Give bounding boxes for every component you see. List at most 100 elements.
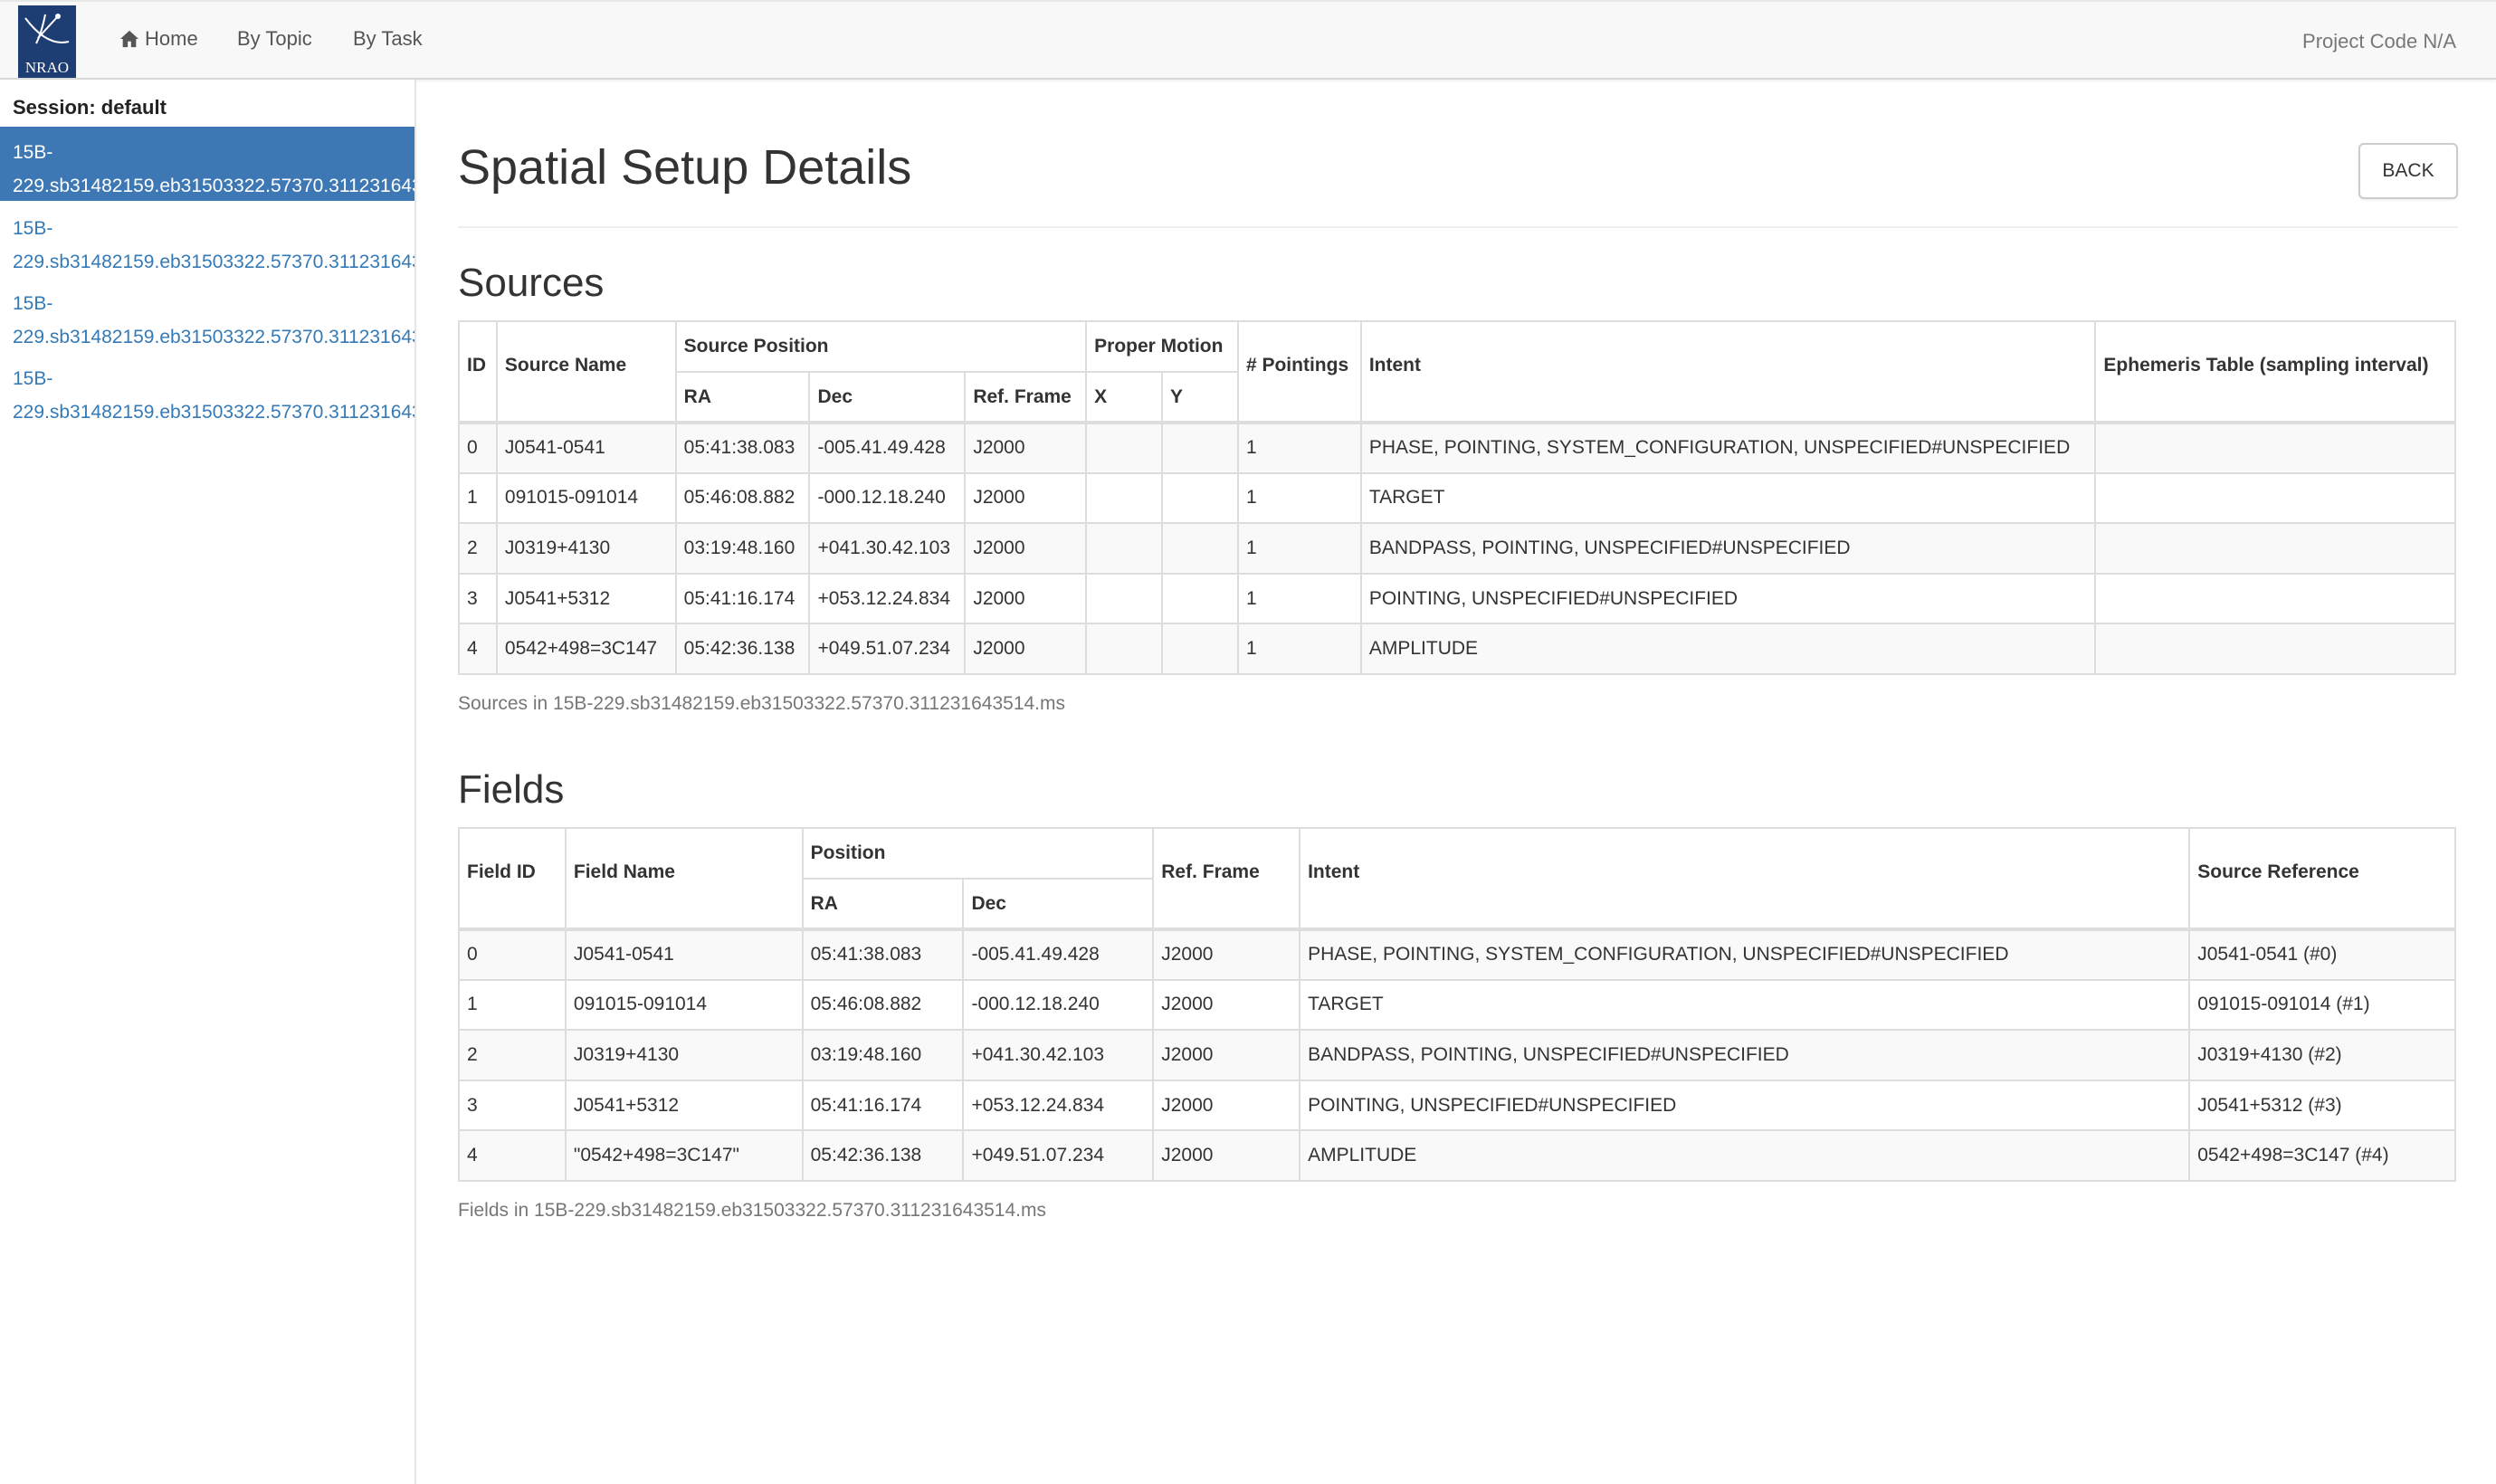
cell-ra: 05:46:08.882 <box>674 471 811 525</box>
cell-dec: +053.12.24.834 <box>962 1079 1155 1132</box>
col-ref-frame: Ref. Frame <box>1152 827 1301 931</box>
nrao-logo[interactable]: NRAO <box>18 5 76 78</box>
cell-field-id: 2 <box>458 1029 567 1081</box>
table-row: 3 J0541+5312 05:41:16.174 +053.12.24.834… <box>458 572 2456 625</box>
cell-ref-frame: J2000 <box>1152 1129 1301 1182</box>
cell-dec: +049.51.07.234 <box>962 1129 1155 1182</box>
sidebar-ms-item-4[interactable]: 15B- 229.sb31482159.eb31503322.57370.311… <box>0 353 414 427</box>
ms-name-suffix: 229.sb31482159.eb31503322.57370.31123164… <box>13 402 414 423</box>
sidebar-ms-item-2[interactable]: 15B- 229.sb31482159.eb31503322.57370.311… <box>0 203 414 277</box>
cell-x <box>1085 422 1164 474</box>
nav-home-link[interactable]: Home <box>119 27 198 51</box>
cell-ra: 05:41:38.083 <box>674 422 811 474</box>
cell-source-name: J0319+4130 <box>495 522 677 575</box>
cell-source-name: J0541+5312 <box>495 572 677 625</box>
cell-field-name: "0542+498=3C147" <box>564 1129 804 1182</box>
cell-ra: 05:41:16.174 <box>674 572 811 625</box>
logo-text: NRAO <box>25 59 69 76</box>
home-icon <box>119 30 139 48</box>
fields-table: Field ID Field Name Position Ref. Frame … <box>458 827 2456 1182</box>
back-button[interactable]: BACK <box>2358 143 2458 199</box>
cell-dec: +053.12.24.834 <box>808 572 967 625</box>
sidebar-ms-item-1[interactable]: 15B- 229.sb31482159.eb31503322.57370.311… <box>0 127 414 201</box>
sources-heading: Sources <box>458 261 605 305</box>
cell-ref-frame: J2000 <box>1152 1079 1301 1132</box>
cell-source-reference: J0319+4130 (#2) <box>2188 1029 2456 1081</box>
cell-ephemeris <box>2094 471 2456 525</box>
ms-name-suffix: 229.sb31482159.eb31503322.57370.31123164… <box>13 252 414 272</box>
cell-dec: -000.12.18.240 <box>808 471 967 525</box>
cell-source-name: 091015-091014 <box>495 471 677 525</box>
cell-source-reference: J0541-0541 (#0) <box>2188 928 2456 981</box>
sources-caption: Sources in 15B-229.sb31482159.eb31503322… <box>458 693 1066 714</box>
top-navbar: NRAO Home By Topic By Task Project Code … <box>0 0 2496 80</box>
cell-ephemeris <box>2094 422 2456 474</box>
ms-name-prefix: 15B- <box>13 142 53 163</box>
cell-y <box>1161 623 1239 675</box>
cell-y <box>1161 471 1239 525</box>
cell-dec: +041.30.42.103 <box>962 1029 1155 1081</box>
col-ra: RA <box>801 878 965 931</box>
fields-heading: Fields <box>458 767 565 812</box>
title-divider <box>458 226 2458 228</box>
cell-field-name: J0541+5312 <box>564 1079 804 1132</box>
nrao-logo-icon: NRAO <box>18 5 76 78</box>
cell-ref-frame: J2000 <box>964 471 1088 525</box>
cell-dec: +041.30.42.103 <box>808 522 967 575</box>
cell-y <box>1161 522 1239 575</box>
table-row: 0 J0541-0541 05:41:38.083 -005.41.49.428… <box>458 422 2456 474</box>
cell-intent: POINTING, UNSPECIFIED#UNSPECIFIED <box>1299 1079 2191 1132</box>
cell-intent: TARGET <box>1299 978 2191 1032</box>
col-source-reference: Source Reference <box>2188 827 2456 931</box>
col-field-id: Field ID <box>458 827 567 931</box>
col-field-name: Field Name <box>564 827 804 931</box>
cell-id: 2 <box>458 522 498 575</box>
cell-id: 4 <box>458 623 498 675</box>
cell-pointings: 1 <box>1236 572 1362 625</box>
col-ephemeris: Ephemeris Table (sampling interval) <box>2094 320 2456 424</box>
cell-source-reference: 0542+498=3C147 (#4) <box>2188 1129 2456 1182</box>
col-x: X <box>1085 371 1164 424</box>
col-intent: Intent <box>1299 827 2191 931</box>
cell-dec: -000.12.18.240 <box>962 978 1155 1032</box>
cell-intent: TARGET <box>1359 471 2097 525</box>
nav-by-topic-link[interactable]: By Topic <box>237 27 312 51</box>
cell-ra: 05:46:08.882 <box>801 978 965 1032</box>
cell-source-name: J0541-0541 <box>495 422 677 474</box>
nav-home-label: Home <box>145 27 198 50</box>
page-title: Spatial Setup Details <box>458 140 912 195</box>
col-intent: Intent <box>1359 320 2097 424</box>
cell-ref-frame: J2000 <box>964 623 1088 675</box>
cell-y <box>1161 422 1239 474</box>
cell-ra: 05:41:38.083 <box>801 928 965 981</box>
cell-ref-frame: J2000 <box>1152 928 1301 981</box>
sidebar-ms-item-3[interactable]: 15B- 229.sb31482159.eb31503322.57370.311… <box>0 278 414 352</box>
cell-intent: BANDPASS, POINTING, UNSPECIFIED#UNSPECIF… <box>1359 522 2097 575</box>
cell-ref-frame: J2000 <box>964 422 1088 474</box>
nav-by-task-link[interactable]: By Task <box>353 27 423 51</box>
table-row: 4 0542+498=3C147 05:42:36.138 +049.51.07… <box>458 623 2456 675</box>
cell-intent: AMPLITUDE <box>1299 1129 2191 1182</box>
cell-intent: BANDPASS, POINTING, UNSPECIFIED#UNSPECIF… <box>1299 1029 2191 1081</box>
table-row: 3 J0541+5312 05:41:16.174 +053.12.24.834… <box>458 1079 2456 1132</box>
sources-table: ID Source Name Source Position Proper Mo… <box>458 320 2456 675</box>
cell-x <box>1085 522 1164 575</box>
cell-id: 0 <box>458 422 498 474</box>
session-label: Session: default <box>13 96 167 119</box>
ms-name-suffix: 229.sb31482159.eb31503322.57370.31123164… <box>13 176 414 196</box>
col-dec: Dec <box>962 878 1155 931</box>
cell-dec: +049.51.07.234 <box>808 623 967 675</box>
ms-name-prefix: 15B- <box>13 293 53 314</box>
col-y: Y <box>1161 371 1239 424</box>
table-row: 4 "0542+498=3C147" 05:42:36.138 +049.51.… <box>458 1129 2456 1182</box>
group-source-position: Source Position <box>674 320 1088 373</box>
cell-ra: 03:19:48.160 <box>801 1029 965 1081</box>
cell-pointings: 1 <box>1236 623 1362 675</box>
cell-dec: -005.41.49.428 <box>808 422 967 474</box>
ms-name-suffix: 229.sb31482159.eb31503322.57370.31123164… <box>13 327 414 347</box>
col-ra: RA <box>674 371 811 424</box>
cell-field-name: J0319+4130 <box>564 1029 804 1081</box>
project-code: Project Code N/A <box>2302 30 2456 52</box>
cell-field-id: 3 <box>458 1079 567 1132</box>
cell-source-reference: 091015-091014 (#1) <box>2188 978 2456 1032</box>
